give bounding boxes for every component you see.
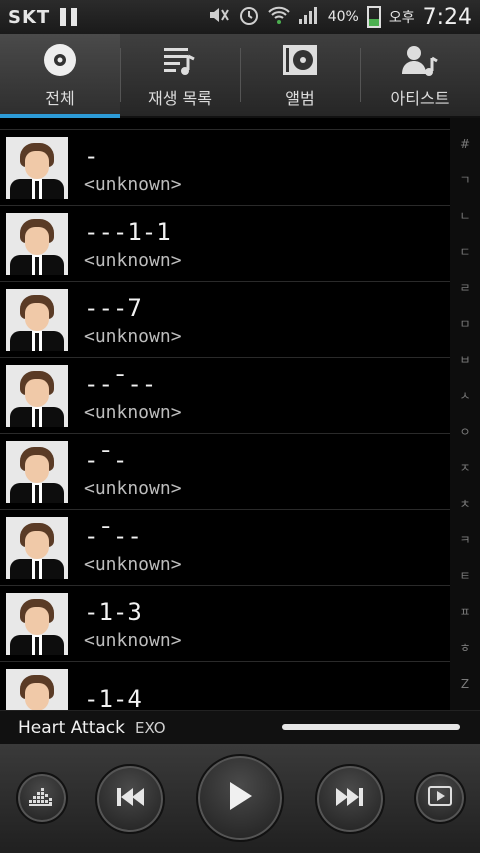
list-item[interactable]: ---7 <unknown> bbox=[0, 282, 450, 358]
list-item[interactable]: -1-4 bbox=[0, 662, 450, 710]
song-artist: <unknown> bbox=[84, 174, 182, 195]
status-bar: SKT 40% 오후 7:24 bbox=[0, 0, 480, 34]
list-item[interactable]: -1-3 <unknown> bbox=[0, 586, 450, 662]
signal-icon bbox=[298, 5, 320, 30]
tab-bar: 전체 재생 목록 앨범 아티스트 bbox=[0, 34, 480, 118]
previous-icon bbox=[115, 786, 145, 812]
index-letter[interactable]: ㅇ bbox=[459, 414, 470, 450]
list-item[interactable]: -¯-- <unknown> bbox=[0, 510, 450, 586]
tab-label: 아티스트 bbox=[390, 89, 450, 108]
index-letter[interactable]: ㄴ bbox=[459, 198, 470, 234]
index-letter[interactable]: ㅋ bbox=[459, 522, 470, 558]
index-letter[interactable]: ㄱ bbox=[459, 162, 470, 198]
list-item[interactable]: ---1-1 <unknown> bbox=[0, 206, 450, 282]
song-artist: <unknown> bbox=[84, 554, 182, 575]
next-button[interactable] bbox=[315, 764, 385, 834]
song-artist: <unknown> bbox=[84, 402, 182, 423]
index-letter[interactable]: # bbox=[460, 126, 470, 162]
play-icon bbox=[226, 780, 254, 816]
index-letter[interactable]: Z bbox=[461, 666, 469, 702]
song-artist: <unknown> bbox=[84, 630, 182, 651]
queue-icon bbox=[427, 784, 453, 812]
artist-icon bbox=[400, 41, 440, 79]
battery-percent: 40% bbox=[327, 9, 359, 25]
album-art-thumbnail bbox=[6, 136, 68, 199]
song-artist: <unknown> bbox=[84, 478, 182, 499]
equalizer-icon bbox=[28, 784, 56, 812]
wifi-icon bbox=[267, 5, 290, 30]
index-letter[interactable]: ㅍ bbox=[459, 594, 470, 630]
index-letter[interactable]: ㅊ bbox=[459, 486, 470, 522]
song-artist: <unknown> bbox=[84, 326, 182, 347]
index-letter[interactable]: ㅂ bbox=[459, 342, 470, 378]
tab-all[interactable]: 전체 bbox=[0, 34, 120, 118]
index-letter[interactable]: ㄹ bbox=[459, 270, 470, 306]
now-playing-bar[interactable]: Heart Attack EXO bbox=[0, 710, 480, 744]
tab-label: 재생 목록 bbox=[148, 89, 212, 108]
previous-button[interactable] bbox=[95, 764, 165, 834]
pause-icon bbox=[60, 8, 78, 26]
song-title: - bbox=[84, 142, 99, 170]
progress-fill bbox=[282, 724, 460, 730]
tab-artists[interactable]: 아티스트 bbox=[360, 34, 480, 116]
index-letter[interactable]: ㅁ bbox=[459, 306, 470, 342]
mute-icon bbox=[208, 5, 230, 29]
list-item[interactable]: --¯-- <unknown> bbox=[0, 358, 450, 434]
song-title: -¯-- bbox=[84, 522, 142, 550]
album-art-thumbnail bbox=[6, 668, 68, 710]
now-playing-title: Heart Attack bbox=[18, 717, 125, 738]
song-artist: <unknown> bbox=[84, 250, 182, 271]
album-icon bbox=[280, 41, 320, 79]
carrier-label: SKT bbox=[8, 6, 51, 28]
time-prefix: 오후 bbox=[388, 10, 415, 26]
clock: 7:24 bbox=[422, 4, 472, 30]
list-divider bbox=[0, 118, 450, 130]
song-title: ---1-1 bbox=[84, 218, 171, 246]
list-item[interactable]: -¯- <unknown> bbox=[0, 434, 450, 510]
album-art-thumbnail bbox=[6, 212, 68, 275]
album-art-thumbnail bbox=[6, 288, 68, 351]
tab-albums[interactable]: 앨범 bbox=[240, 34, 360, 116]
playback-controls bbox=[0, 744, 480, 853]
index-letter[interactable]: ㅌ bbox=[459, 558, 470, 594]
list-item[interactable]: - <unknown> bbox=[0, 130, 450, 206]
song-list[interactable]: - <unknown> ---1-1 <unknown> ---7 <unknown> --… bbox=[0, 118, 450, 710]
song-title: -¯- bbox=[84, 446, 128, 474]
playlist-icon bbox=[160, 41, 200, 79]
now-playing-artist: EXO bbox=[135, 718, 166, 737]
tab-playlists[interactable]: 재생 목록 bbox=[120, 34, 240, 116]
tab-label: 전체 bbox=[45, 89, 75, 108]
index-letter[interactable]: ㅅ bbox=[459, 378, 470, 414]
play-button[interactable] bbox=[196, 754, 284, 842]
alarm-icon bbox=[238, 4, 260, 31]
album-art-thumbnail bbox=[6, 440, 68, 503]
index-letter[interactable]: ㅈ bbox=[459, 450, 470, 486]
equalizer-button[interactable] bbox=[16, 772, 68, 824]
disc-icon bbox=[40, 41, 80, 79]
song-title: ---7 bbox=[84, 294, 142, 322]
progress-bar[interactable] bbox=[282, 724, 460, 730]
playlist-view-button[interactable] bbox=[414, 772, 466, 824]
index-scrollbar[interactable]: # ㄱㄴㄷㄹㅁㅂㅅㅇㅈㅊㅋㅌㅍㅎ Z bbox=[450, 118, 480, 710]
song-title: --¯-- bbox=[84, 370, 157, 398]
tab-label: 앨범 bbox=[285, 89, 315, 108]
index-letter[interactable]: ㅎ bbox=[459, 630, 470, 666]
album-art-thumbnail bbox=[6, 592, 68, 655]
album-art-thumbnail bbox=[6, 364, 68, 427]
song-title: -1-3 bbox=[84, 598, 142, 626]
next-icon bbox=[335, 786, 365, 812]
index-letter[interactable]: ㄷ bbox=[459, 234, 470, 270]
battery-icon bbox=[366, 6, 381, 28]
album-art-thumbnail bbox=[6, 516, 68, 579]
song-title: -1-4 bbox=[84, 684, 142, 711]
